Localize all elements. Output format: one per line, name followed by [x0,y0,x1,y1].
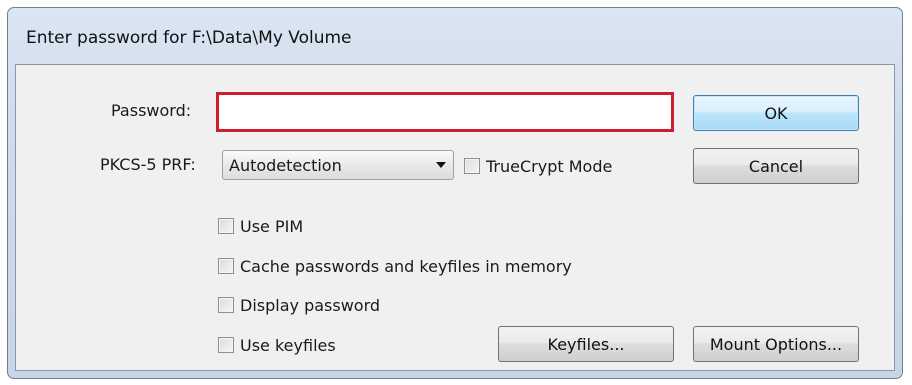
truecrypt-mode-checkbox[interactable] [464,158,480,174]
use-pim-checkbox[interactable] [218,218,234,234]
ok-button[interactable]: OK [693,95,859,131]
title-bar[interactable]: Enter password for F:\Data\My Volume [8,8,902,64]
password-input[interactable] [216,92,674,132]
keyfiles-button[interactable]: Keyfiles... [498,326,674,362]
truecrypt-mode-label: TrueCrypt Mode [486,156,613,176]
password-dialog-window: Enter password for F:\Data\My Volume Pas… [7,7,903,379]
window-title: Enter password for F:\Data\My Volume [26,28,352,48]
cancel-button[interactable]: Cancel [693,148,859,184]
use-keyfiles-checkbox[interactable] [218,337,234,353]
display-password-option[interactable]: Display password [218,293,380,317]
prf-select[interactable]: Autodetection [222,150,454,180]
password-label: Password: [111,101,192,120]
use-keyfiles-option[interactable]: Use keyfiles [218,333,336,357]
use-keyfiles-label: Use keyfiles [240,335,336,355]
cache-passwords-option[interactable]: Cache passwords and keyfiles in memory [218,254,572,278]
prf-selected-value: Autodetection [229,156,342,175]
use-pim-label: Use PIM [240,216,304,236]
dialog-client-area: Password: OK PKCS-5 PRF: Autodetection T… [15,64,895,371]
mount-options-button[interactable]: Mount Options... [693,326,859,362]
display-password-checkbox[interactable] [218,297,234,313]
prf-label: PKCS-5 PRF: [100,155,196,174]
truecrypt-mode-option[interactable]: TrueCrypt Mode [464,154,612,178]
cache-passwords-label: Cache passwords and keyfiles in memory [240,256,572,276]
chevron-down-icon [436,162,446,168]
cache-passwords-checkbox[interactable] [218,258,234,274]
use-pim-option[interactable]: Use PIM [218,214,303,238]
display-password-label: Display password [240,295,381,315]
